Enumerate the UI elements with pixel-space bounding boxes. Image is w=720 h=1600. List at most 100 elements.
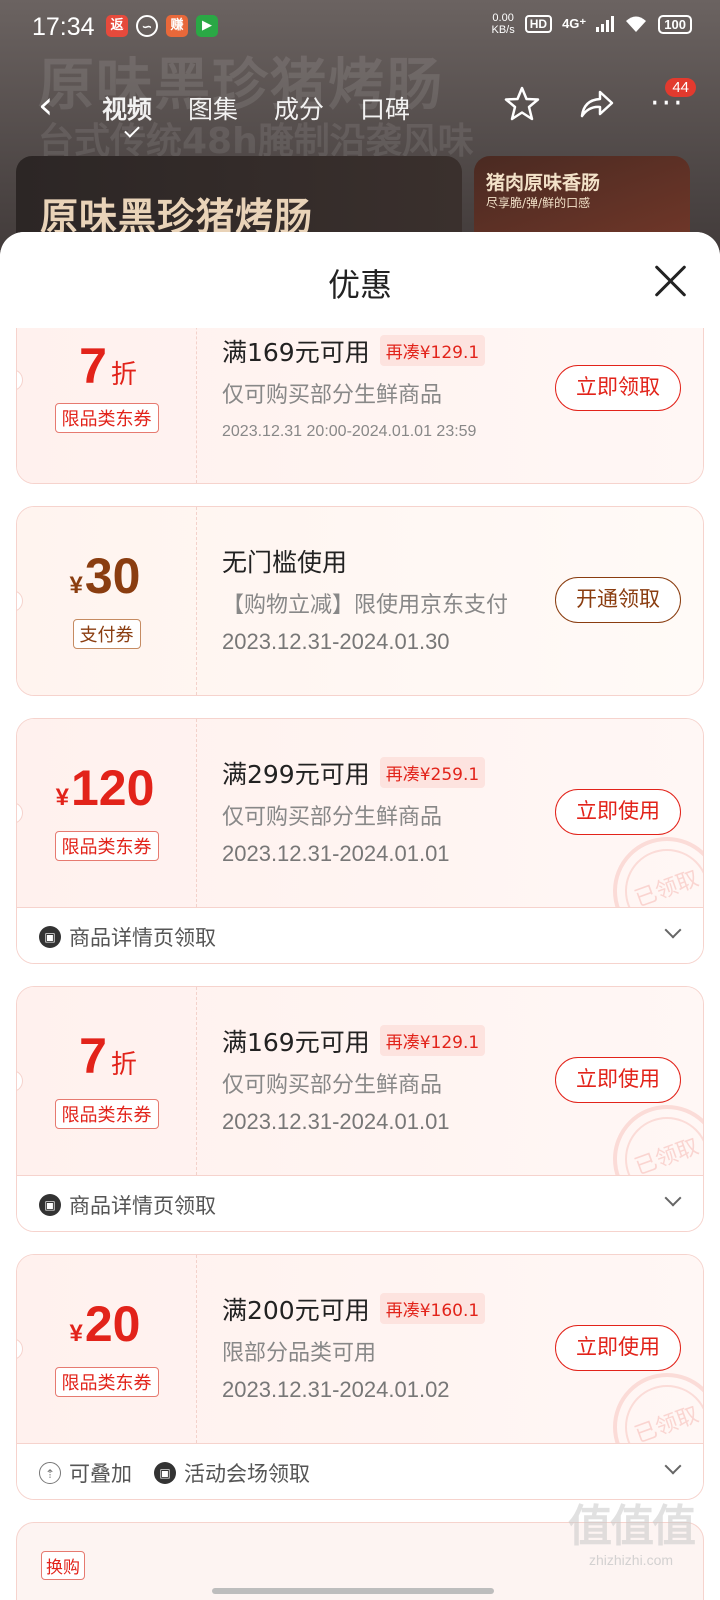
coupon-threshold: 无门槛使用 <box>222 548 348 577</box>
app-notification-icon: 返 <box>106 15 128 37</box>
home-indicator[interactable] <box>212 1588 494 1594</box>
claim-source: ▣ 商品详情页领取 <box>39 1190 216 1220</box>
activate-claim-button[interactable]: 开通领取 <box>555 577 681 623</box>
product-top-nav: ‹ 视频 图集 成分 口碑 ··· 44 <box>0 76 720 138</box>
coupon-footer[interactable]: ▣ 商品详情页领取 <box>17 907 703 963</box>
app-notification-icon: ∽ <box>136 15 158 37</box>
coupon-scope: 仅可购买部分生鲜商品 <box>222 383 443 408</box>
claim-coupon-button[interactable]: 立即领取 <box>555 365 681 411</box>
close-icon[interactable] <box>652 262 688 298</box>
clock: 17:34 <box>32 13 95 41</box>
coupon-amount: 7折 <box>79 338 137 394</box>
coupon-body: 7折 限品类东券 满169元可用 再凑¥129.1 仅可购买部分生鲜商品 2023… <box>17 328 703 483</box>
use-coupon-button[interactable]: 立即使用 <box>555 1325 681 1371</box>
add-more-chip: 再凑¥160.1 <box>379 1293 486 1324</box>
add-more-chip: 再凑¥259.1 <box>379 757 486 788</box>
use-coupon-button[interactable]: 立即使用 <box>555 789 681 835</box>
add-more-chip: 再凑¥129.1 <box>379 335 486 366</box>
add-more-chip: 再凑¥129.1 <box>379 1025 486 1056</box>
coupon-value-area: 7折 限品类东券 <box>17 328 197 483</box>
network-speed: 0.00 KB/s <box>491 12 515 36</box>
coupon-threshold: 满200元可用 再凑¥160.1 <box>222 1291 486 1327</box>
coupon-type-tag: 限品类东券 <box>54 1367 159 1397</box>
tab-reviews[interactable]: 口碑 <box>360 90 410 126</box>
coupon-body: ¥20 限品类东券 满200元可用 再凑¥160.1 限部分品类可用 2023.1… <box>17 1255 703 1481</box>
product-tabs: 视频 图集 成分 口碑 <box>102 90 410 126</box>
status-bar: 17:34 返 ∽ 赚 ▶ 0.00 KB/s HD 4G⁺ 100 <box>0 0 720 56</box>
banner-side-title: 猪肉原味香肠 <box>486 172 601 194</box>
coupon-threshold: 满169元可用 再凑¥129.1 <box>222 1023 486 1059</box>
watermark-logo: 值值值 <box>568 1501 696 1552</box>
system-indicators: 0.00 KB/s HD 4G⁺ 100 <box>491 12 692 36</box>
coupon-scope: 【购物立减】限使用京东支付 <box>222 593 509 618</box>
sheet-header: 优惠 <box>0 232 720 328</box>
coupon-value-area: ¥120 限品类东券 <box>17 719 197 907</box>
star-icon[interactable] <box>502 84 542 124</box>
coupon-amount: ¥20 <box>69 1296 141 1352</box>
coupon-value-area: 7折 限品类东券 <box>17 987 197 1175</box>
ticket-icon: ▣ <box>39 1194 61 1216</box>
coupon-value-area: ¥20 限品类东券 <box>17 1255 197 1443</box>
sheet-title: 优惠 <box>327 266 392 304</box>
use-coupon-button[interactable]: 立即使用 <box>555 1057 681 1103</box>
coupon-scope: 限部分品类可用 <box>222 1341 377 1366</box>
wifi-icon <box>626 16 647 32</box>
coupon-validity: 2023.12.31-2024.01.01 <box>222 1109 450 1134</box>
claim-source: ▣ 活动会场领取 <box>154 1458 310 1488</box>
coupon-card: ¥30 支付券 无门槛使用 【购物立减】限使用京东支付 2023.12.31-2… <box>16 506 704 696</box>
coupon-threshold: 满169元可用 再凑¥129.1 <box>222 333 486 369</box>
coupon-threshold: 满299元可用 再凑¥259.1 <box>222 755 486 791</box>
nav-actions: ··· <box>502 84 690 124</box>
coupon-card: ¥120 限品类东券 满299元可用 再凑¥259.1 仅可购买部分生鲜商品 20… <box>16 718 704 964</box>
coupon-scope: 仅可购买部分生鲜商品 <box>222 805 443 830</box>
battery-indicator: 100 <box>658 14 692 34</box>
coupon-validity: 2023.12.31 20:00-2024.01.01 23:59 <box>222 423 477 440</box>
coupon-amount: 7折 <box>79 1028 137 1084</box>
claim-source: ▣ 商品详情页领取 <box>39 922 216 952</box>
watermark-url: zhizhizhi.com <box>588 1552 674 1568</box>
tab-gallery[interactable]: 图集 <box>188 90 238 126</box>
tab-ingredients[interactable]: 成分 <box>274 90 324 126</box>
network-type: 4G⁺ <box>562 16 587 31</box>
coupon-type-tag: 支付券 <box>72 619 141 649</box>
app-notification-icon: 赚 <box>166 15 188 37</box>
stackable-info: ⇡ 可叠加 <box>39 1458 132 1488</box>
site-watermark: 值值值 zhizhizhi.com <box>556 1501 706 1569</box>
trade-in-tag: 换购 <box>41 1551 85 1580</box>
coupon-type-tag: 限品类东券 <box>54 831 159 861</box>
hd-voice-icon: HD <box>524 15 553 33</box>
ticket-icon: ▣ <box>154 1462 176 1484</box>
coupon-amount: ¥30 <box>69 548 141 604</box>
share-icon[interactable] <box>576 84 616 124</box>
coupon-amount: ¥120 <box>55 760 155 816</box>
app-notification-icon: ▶ <box>196 15 218 37</box>
coupon-body: ¥120 限品类东券 满299元可用 再凑¥259.1 仅可购买部分生鲜商品 20… <box>17 719 703 945</box>
coupon-list[interactable]: 7折 限品类东券 满169元可用 再凑¥129.1 仅可购买部分生鲜商品 2023… <box>0 328 720 1600</box>
coupon-type-tag: 限品类东券 <box>54 1099 159 1129</box>
coupon-footer[interactable]: ⇡ 可叠加 ▣ 活动会场领取 <box>17 1443 703 1499</box>
coupon-bottom-sheet: 优惠 7折 限品类东券 满169元可用 再凑¥129.1 仅可购买部分生鲜商品 2… <box>0 232 720 1600</box>
chevron-down-icon[interactable] <box>664 1189 682 1207</box>
signal-strength-icon <box>596 16 615 32</box>
coupon-body: ¥30 支付券 无门槛使用 【购物立减】限使用京东支付 2023.12.31-2… <box>17 507 703 695</box>
coupon-validity: 2023.12.31-2024.01.01 <box>222 841 450 866</box>
coupon-type-tag: 限品类东券 <box>54 403 159 433</box>
coupon-value-area: ¥30 支付券 <box>17 507 197 695</box>
coupon-card: ¥20 限品类东券 满200元可用 再凑¥160.1 限部分品类可用 2023.1… <box>16 1254 704 1500</box>
coupon-card: 7折 限品类东券 满169元可用 再凑¥129.1 仅可购买部分生鲜商品 2023… <box>16 328 704 484</box>
coupon-card: 7折 限品类东券 满169元可用 再凑¥129.1 仅可购买部分生鲜商品 2023… <box>16 986 704 1232</box>
notification-badge: 44 <box>665 78 696 97</box>
coupon-validity: 2023.12.31-2024.01.30 <box>222 629 450 654</box>
chevron-down-icon[interactable] <box>664 921 682 939</box>
coupon-validity: 2023.12.31-2024.01.02 <box>222 1377 450 1402</box>
coupon-body: 7折 限品类东券 满169元可用 再凑¥129.1 仅可购买部分生鲜商品 2023… <box>17 987 703 1213</box>
tab-video[interactable]: 视频 <box>102 90 152 126</box>
coupon-footer[interactable]: ▣ 商品详情页领取 <box>17 1175 703 1231</box>
chevron-down-icon[interactable] <box>664 1457 682 1475</box>
banner-side-subtitle: 尽享脆/弹/鲜的口感 <box>486 196 591 210</box>
ticket-icon: ▣ <box>39 926 61 948</box>
coupon-scope: 仅可购买部分生鲜商品 <box>222 1073 443 1098</box>
stack-icon: ⇡ <box>39 1462 61 1484</box>
notification-icons: 返 ∽ 赚 ▶ <box>106 15 218 37</box>
back-icon[interactable]: ‹ <box>38 86 53 124</box>
